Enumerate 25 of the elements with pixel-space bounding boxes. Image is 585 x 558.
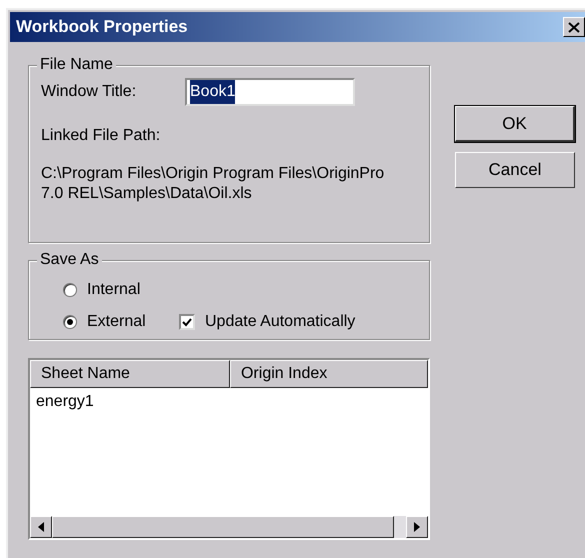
field-label: Linked File Path: <box>40 126 162 146</box>
column-header[interactable]: Sheet Name <box>30 360 230 388</box>
close-icon <box>568 22 580 32</box>
file-path-text: C:\Program Files\Origin Program Files\OriginPro <box>41 164 384 184</box>
right-arrow-icon <box>414 522 420 532</box>
field-value: Book1 <box>190 80 236 104</box>
scroll-right-button[interactable] <box>406 516 428 538</box>
window-title: Workbook Properties <box>16 16 188 38</box>
radio-button[interactable] <box>63 315 77 329</box>
radio-label: External <box>87 312 147 332</box>
close-button[interactable] <box>563 17 585 37</box>
dialog-button[interactable]: Cancel <box>455 152 575 188</box>
sheet-name[interactable]: energy1 <box>36 390 94 414</box>
left-arrow-icon <box>38 522 44 532</box>
radio-button[interactable] <box>63 283 77 297</box>
checkbox-label: Update Automatically <box>205 312 356 332</box>
column-header[interactable]: Origin Index <box>230 360 428 388</box>
checkbox[interactable] <box>179 314 195 330</box>
window-title-field[interactable]: Book1 <box>185 78 355 106</box>
check-icon <box>182 318 192 326</box>
dialog-button[interactable]: OK <box>455 106 575 142</box>
file-path-text: 7.0 REL\Samples\Data\Oil.xls <box>41 184 252 204</box>
field-label: Window Title: <box>41 82 138 102</box>
scroll-left-button[interactable] <box>30 516 52 538</box>
radio-label: Internal <box>87 280 142 300</box>
